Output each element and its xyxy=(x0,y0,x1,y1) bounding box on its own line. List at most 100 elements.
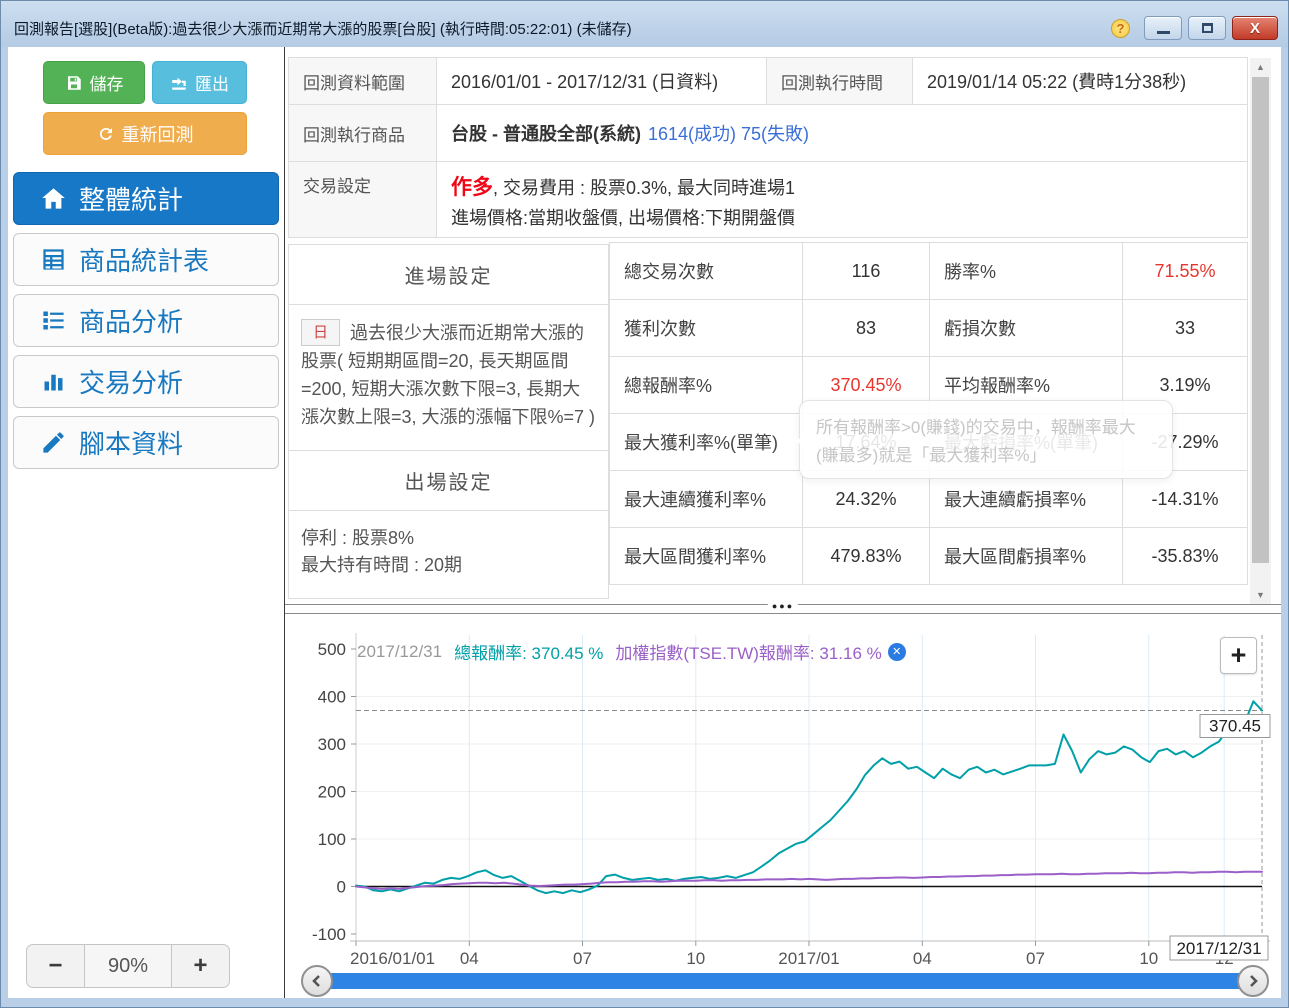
export-button[interactable]: 匯出 xyxy=(152,61,247,104)
sidebar-item-trade-analysis[interactable]: 交易分析 xyxy=(13,355,279,408)
exit-settings-header: 出場設定 xyxy=(289,449,608,511)
table-icon xyxy=(43,249,64,270)
minimize-icon xyxy=(1156,30,1170,34)
save-button-label: 儲存 xyxy=(89,75,124,94)
zoom-level-value: 90% xyxy=(84,945,172,987)
product-label: 回測執行商品 xyxy=(289,105,437,162)
maximize-button[interactable] xyxy=(1188,16,1226,40)
stat-value: 24.32% xyxy=(803,471,930,528)
chart-add-button[interactable]: + xyxy=(1220,637,1257,674)
sidebar: 儲存 匯出 重新回測 整體統計 商品統計表 商品分析 交易分析 腳本資料 − 9… xyxy=(8,47,285,998)
range-value: 2016/01/01 - 2017/12/31 (日資料) xyxy=(437,58,767,105)
sidebar-item-overall-stats[interactable]: 整體統計 xyxy=(13,172,279,225)
chevron-right-icon xyxy=(1250,975,1258,987)
refresh-icon xyxy=(99,127,112,140)
svg-text:200: 200 xyxy=(318,783,346,802)
frequency-badge: 日 xyxy=(301,319,341,347)
stat-value: 116 xyxy=(803,243,930,300)
scrollbar-thumb[interactable] xyxy=(1252,77,1269,563)
svg-text:2017/12/31: 2017/12/31 xyxy=(1176,939,1261,958)
sidebar-item-script-data[interactable]: 腳本資料 xyxy=(13,416,279,469)
svg-text:100: 100 xyxy=(318,830,346,849)
product-name: 台股 - 普通股全部(系統) xyxy=(451,124,641,144)
sidebar-item-label: 交易分析 xyxy=(79,368,184,398)
stat-label: 總交易次數 xyxy=(610,243,803,300)
remove-series-icon[interactable]: ✕ xyxy=(887,642,906,661)
exit-line1: 停利 : 股票8% xyxy=(301,527,415,548)
pencil-icon xyxy=(43,432,64,453)
legend-date: 2017/12/31 xyxy=(357,641,443,661)
scroll-up-icon[interactable]: ▲ xyxy=(1250,58,1271,76)
maximize-icon xyxy=(1201,23,1213,33)
legend-total-return: 總報酬率: 370.45 % xyxy=(454,644,604,663)
list-icon xyxy=(43,311,64,330)
scroll-left-button[interactable] xyxy=(301,965,333,997)
close-button[interactable]: X xyxy=(1232,16,1278,40)
svg-text:0: 0 xyxy=(337,878,346,897)
sidebar-item-product-stats-table[interactable]: 商品統計表 xyxy=(13,233,279,286)
rerun-button-label: 重新回測 xyxy=(121,124,194,145)
hscrollbar-track[interactable] xyxy=(329,973,1241,989)
stat-value: 479.83% xyxy=(803,528,930,585)
sidebar-item-label: 商品分析 xyxy=(79,307,184,337)
trade-settings-value: 作多, 交易費用 : 股票0.3%, 最大同時進場1 進場價格:當期收盤價, 出… xyxy=(437,162,1248,238)
splitter-handle-icon[interactable]: ●●● xyxy=(767,601,799,611)
svg-text:-100: -100 xyxy=(312,925,346,944)
export-icon xyxy=(172,77,186,90)
product-result-link[interactable]: 1614(成功) 75(失敗) xyxy=(648,120,809,146)
rerun-backtest-button[interactable]: 重新回測 xyxy=(43,112,247,155)
window-body: 儲存 匯出 重新回測 整體統計 商品統計表 商品分析 交易分析 腳本資料 − 9… xyxy=(8,47,1281,998)
sidebar-item-label: 商品統計表 xyxy=(79,246,210,276)
runtime-label: 回測執行時間 xyxy=(767,58,913,105)
content-scrollbar[interactable]: ▲ ▼ xyxy=(1250,58,1271,604)
chart-legend: 2017/12/31 總報酬率: 370.45 % 加權指數(TSE.TW)報酬… xyxy=(357,639,906,664)
stat-tooltip: 所有報酬率>0(賺錢)的交易中，報酬率最大(賺最多)就是「最大獲利率%」 xyxy=(795,400,1173,479)
minimize-button[interactable] xyxy=(1144,16,1182,40)
equity-chart-panel: 500 400 300 200 100 0 -100 2016/01/01 04 07 10 2017… xyxy=(285,619,1281,998)
backtest-info-table: 回測資料範圍 2016/01/01 - 2017/12/31 (日資料) 回測執… xyxy=(288,57,1248,238)
stat-label: 最大區間虧損率% xyxy=(930,528,1123,585)
content-area: 回測資料範圍 2016/01/01 - 2017/12/31 (日資料) 回測執… xyxy=(285,47,1281,998)
legend-index-return: 加權指數(TSE.TW)報酬率: 31.16 % xyxy=(615,644,882,663)
range-label: 回測資料範圍 xyxy=(289,58,437,105)
window-title: 回測報告[選股](Beta版):過去很少大漲而近期常大漲的股票[台股] (執行時… xyxy=(14,20,632,38)
stat-label: 獲利次數 xyxy=(610,300,803,357)
product-value: 台股 - 普通股全部(系統) 1614(成功) 75(失敗) xyxy=(437,105,1248,162)
trade-line1: , 交易費用 : 股票0.3%, 最大同時進場1 xyxy=(493,178,796,198)
sidebar-nav: 整體統計 商品統計表 商品分析 交易分析 腳本資料 xyxy=(8,172,284,469)
scroll-right-button[interactable] xyxy=(1237,965,1269,997)
runtime-value: 2019/01/14 05:22 (費時1分38秒) xyxy=(913,58,1248,105)
export-button-label: 匯出 xyxy=(195,75,229,94)
entry-description: 過去很少大漲而近期常大漲的股票( 短期期區間=20, 長天期區間=200, 短期… xyxy=(301,323,596,427)
exit-settings-body: 停利 : 股票8% 最大持有時間 : 20期 xyxy=(289,511,608,599)
help-icon[interactable]: ? xyxy=(1111,18,1130,38)
entry-settings-body: 日過去很少大漲而近期常大漲的股票( 短期期區間=20, 長天期區間=200, 短… xyxy=(289,305,608,450)
sidebar-item-product-analysis[interactable]: 商品分析 xyxy=(13,294,279,347)
sidebar-item-label: 整體統計 xyxy=(79,185,184,215)
entry-exit-box: 進場設定 日過去很少大漲而近期常大漲的股票( 短期期區間=20, 長天期區間=2… xyxy=(288,244,609,600)
trade-settings-label: 交易設定 xyxy=(289,162,437,238)
scroll-down-icon[interactable]: ▼ xyxy=(1250,586,1271,604)
stat-value: 33 xyxy=(1123,300,1248,357)
stat-value-win-rate: 71.55% xyxy=(1123,243,1248,300)
panel-splitter[interactable]: ●●● xyxy=(285,601,1281,614)
svg-text:500: 500 xyxy=(318,640,346,659)
svg-text:370.45: 370.45 xyxy=(1209,717,1261,736)
stat-label: 勝率% xyxy=(930,243,1123,300)
home-icon xyxy=(42,188,65,209)
save-button[interactable]: 儲存 xyxy=(43,61,145,104)
save-icon xyxy=(67,75,81,90)
zoom-in-button[interactable]: + xyxy=(172,945,229,987)
window-controls: ? X xyxy=(1111,16,1278,40)
trade-line2: 進場價格:當期收盤價, 出場價格:下期開盤價 xyxy=(451,207,796,228)
stat-label: 最大連續獲利率% xyxy=(610,471,803,528)
window-titlebar[interactable]: 回測報告[選股](Beta版):過去很少大漲而近期常大漲的股票[台股] (執行時… xyxy=(1,1,1288,47)
equity-curve-chart[interactable]: 5004003002001000-1002016/01/01 04 07 10 2017… xyxy=(295,619,1275,969)
trade-direction: 作多 xyxy=(451,176,493,199)
exit-line2: 最大持有時間 : 20期 xyxy=(301,555,463,576)
svg-text:300: 300 xyxy=(318,735,346,754)
chevron-left-icon xyxy=(312,975,320,987)
zoom-control: − 90% + xyxy=(26,944,230,988)
stat-value: -14.31% xyxy=(1123,471,1248,528)
zoom-out-button[interactable]: − xyxy=(27,945,84,987)
